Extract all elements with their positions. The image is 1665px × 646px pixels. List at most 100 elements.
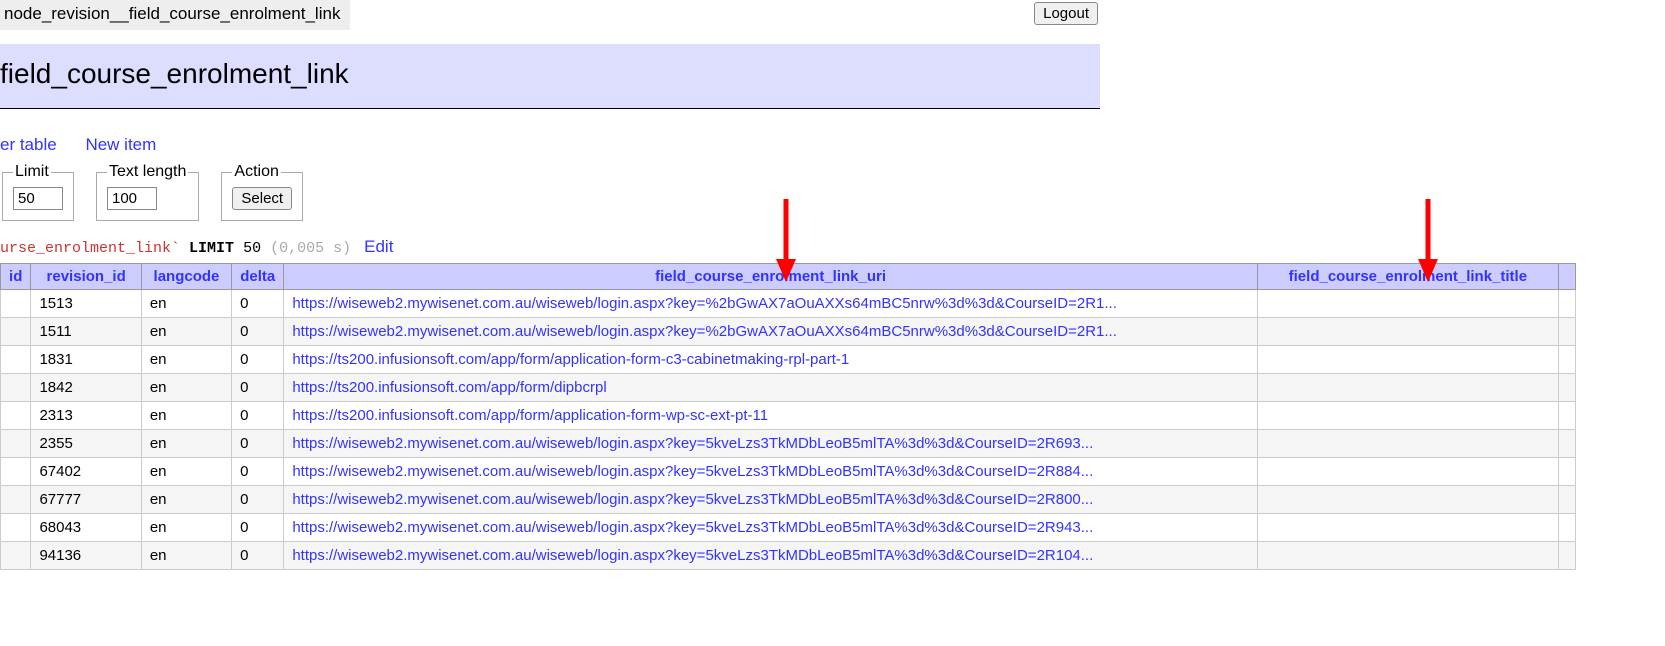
col-id[interactable]: id xyxy=(9,268,22,285)
table-cell xyxy=(1558,346,1575,374)
table-cell: en xyxy=(141,374,231,402)
table-cell xyxy=(1257,486,1558,514)
sql-time: (0,005 s) xyxy=(270,240,351,257)
table-cell: 1831 xyxy=(31,346,141,374)
uri-link[interactable]: https://wiseweb2.mywisenet.com.au/wisewe… xyxy=(292,547,1093,564)
table-cell: 1842 xyxy=(31,374,141,402)
table-row[interactable]: 67777en0https://wiseweb2.mywisenet.com.a… xyxy=(1,486,1576,514)
table-cell xyxy=(1257,542,1558,570)
table-cell xyxy=(1,318,31,346)
table-cell xyxy=(1,542,31,570)
table-cell: en xyxy=(141,402,231,430)
table-row[interactable]: 1842en0https://ts200.infusionsoft.com/ap… xyxy=(1,374,1576,402)
table-cell: en xyxy=(141,458,231,486)
sql-query: urse_enrolment_link` LIMIT 50 (0,005 s) … xyxy=(0,237,1665,257)
limit-legend: Limit xyxy=(13,163,51,181)
table-cell: en xyxy=(141,290,231,318)
table-row[interactable]: 2313en0 https://ts200.infusionsoft.com/ap… xyxy=(1,402,1576,430)
table-cell: 2313 xyxy=(31,402,141,430)
table-cell xyxy=(1,514,31,542)
table-cell xyxy=(1,346,31,374)
sql-keyword: LIMIT xyxy=(189,240,234,257)
table-cell: 0 xyxy=(232,458,284,486)
table-cell: https://ts200.infusionsoft.com/app/form/… xyxy=(284,346,1257,374)
uri-link[interactable]: https://ts200.infusionsoft.com/app/form/… xyxy=(292,407,768,424)
breadcrumb[interactable]: node_revision__field_course_enrolment_li… xyxy=(0,0,350,30)
uri-link[interactable]: https://wiseweb2.mywisenet.com.au/wisewe… xyxy=(292,463,1093,480)
table-cell xyxy=(1257,430,1558,458)
table-cell xyxy=(1,374,31,402)
col-delta[interactable]: delta xyxy=(240,268,275,285)
uri-link[interactable]: https://wiseweb2.mywisenet.com.au/wisewe… xyxy=(292,519,1093,536)
uri-link[interactable]: https://wiseweb2.mywisenet.com.au/wisewe… xyxy=(292,295,1117,312)
table-cell: en xyxy=(141,542,231,570)
textlength-legend: Text length xyxy=(107,163,188,181)
table-cell: 0 xyxy=(232,514,284,542)
logout-button[interactable]: Logout xyxy=(1034,2,1098,25)
table-row[interactable]: 1831en0 https://ts200.infusionsoft.com/ap… xyxy=(1,346,1576,374)
col-revision-id[interactable]: revision_id xyxy=(47,268,126,285)
table-cell xyxy=(1558,402,1575,430)
table-cell xyxy=(1257,402,1558,430)
table-cell: 0 xyxy=(232,430,284,458)
new-item-link[interactable]: New item xyxy=(85,135,156,154)
table-cell: 0 xyxy=(232,402,284,430)
col-langcode[interactable]: langcode xyxy=(154,268,220,285)
table-cell: 0 xyxy=(232,542,284,570)
table-row[interactable]: 1511en0https://wiseweb2.mywisenet.com.au… xyxy=(1,318,1576,346)
table-cell xyxy=(1558,514,1575,542)
action-fieldset: Action Select xyxy=(221,163,303,221)
table-cell xyxy=(1,458,31,486)
select-button[interactable]: Select xyxy=(232,187,292,210)
col-uri[interactable]: field_course_enrolment_link_uri xyxy=(655,268,886,285)
title-band: field_course_enrolment_link xyxy=(0,44,1100,109)
table-row[interactable]: 1513en0https://wiseweb2.mywisenet.com.au… xyxy=(1,290,1576,318)
table-cell: https://ts200.infusionsoft.com/app/form/… xyxy=(284,402,1257,430)
table-cell: en xyxy=(141,318,231,346)
table-header-row: id revision_id langcode delta field_cour… xyxy=(1,264,1576,290)
uri-link[interactable]: https://ts200.infusionsoft.com/app/form/… xyxy=(292,379,606,396)
table-cell xyxy=(1257,318,1558,346)
table-row[interactable]: 94136en0https://wiseweb2.mywisenet.com.a… xyxy=(1,542,1576,570)
table-cell xyxy=(1558,542,1575,570)
table-row[interactable]: 68043en0https://wiseweb2.mywisenet.com.a… xyxy=(1,514,1576,542)
table-cell xyxy=(1558,318,1575,346)
textlength-input[interactable] xyxy=(107,187,157,210)
table-cell: 1511 xyxy=(31,318,141,346)
table-cell: 2355 xyxy=(31,430,141,458)
table-row[interactable]: 67402en0 https://wiseweb2.mywisenet.com.a… xyxy=(1,458,1576,486)
table-cell: https://wiseweb2.mywisenet.com.au/wisewe… xyxy=(284,542,1257,570)
sql-table-fragment: urse_enrolment_link` xyxy=(0,240,180,257)
table-cell: en xyxy=(141,346,231,374)
table-cell: 0 xyxy=(232,346,284,374)
table-cell xyxy=(1,430,31,458)
table-cell xyxy=(1558,374,1575,402)
table-cell: https://wiseweb2.mywisenet.com.au/wisewe… xyxy=(284,290,1257,318)
table-cell xyxy=(1257,458,1558,486)
uri-link[interactable]: https://wiseweb2.mywisenet.com.au/wisewe… xyxy=(292,491,1093,508)
table-cell xyxy=(1,290,31,318)
sql-edit-link[interactable]: Edit xyxy=(364,237,393,256)
table-cell xyxy=(1257,514,1558,542)
alter-table-link[interactable]: er table xyxy=(0,135,57,154)
table-row[interactable]: 2355en0https://wiseweb2.mywisenet.com.au… xyxy=(1,430,1576,458)
table-cell: 68043 xyxy=(31,514,141,542)
uri-link[interactable]: https://wiseweb2.mywisenet.com.au/wisewe… xyxy=(292,323,1117,340)
uri-link[interactable]: https://wiseweb2.mywisenet.com.au/wisewe… xyxy=(292,435,1093,452)
page-title: field_course_enrolment_link xyxy=(0,58,1100,90)
action-legend: Action xyxy=(232,163,280,181)
table-actions: er table New item xyxy=(0,135,1665,155)
table-cell: 67777 xyxy=(31,486,141,514)
table-cell: https://wiseweb2.mywisenet.com.au/wisewe… xyxy=(284,514,1257,542)
table-cell xyxy=(1558,486,1575,514)
table-cell xyxy=(1257,374,1558,402)
col-trailing xyxy=(1558,264,1575,290)
table-cell: https://wiseweb2.mywisenet.com.au/wisewe… xyxy=(284,458,1257,486)
sql-limit-num: 50 xyxy=(243,240,261,257)
col-title[interactable]: field_course_enrolment_link_title xyxy=(1289,268,1527,285)
table-cell: https://ts200.infusionsoft.com/app/form/… xyxy=(284,374,1257,402)
limit-input[interactable] xyxy=(13,187,63,210)
table-cell: 67402 xyxy=(31,458,141,486)
table-cell: https://wiseweb2.mywisenet.com.au/wisewe… xyxy=(284,486,1257,514)
uri-link[interactable]: https://ts200.infusionsoft.com/app/form/… xyxy=(292,351,849,368)
